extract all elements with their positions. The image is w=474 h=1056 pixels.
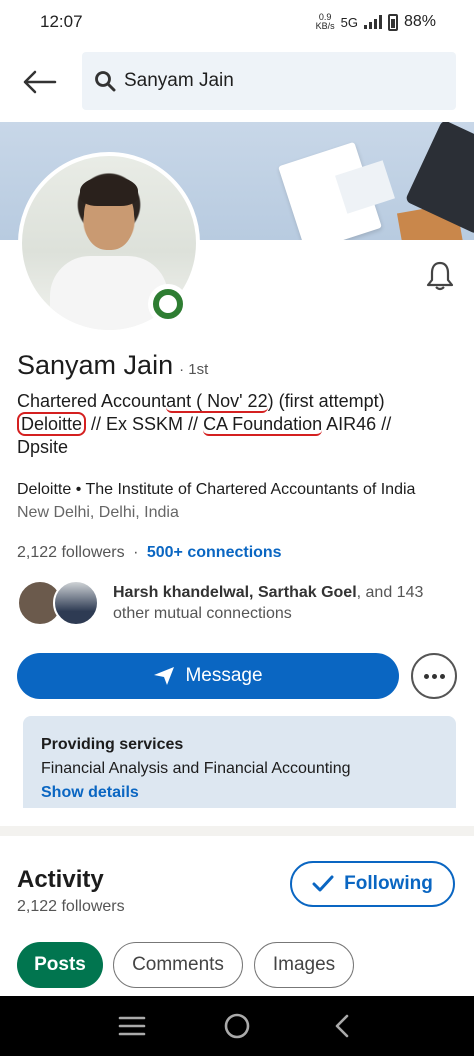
headline-part: Dpsite [17,437,69,457]
services-card: Providing services Financial Analysis an… [23,716,456,808]
headline-underlined: ant ( Nov' 22 [166,391,268,413]
search-query: Sanyam Jain [124,70,234,91]
more-options-button[interactable] [411,653,457,699]
connection-degree: · 1st [179,361,209,378]
message-button[interactable]: Message [17,653,399,699]
headline-part: Chartered Account [17,391,167,411]
back-button[interactable] [0,44,80,120]
chevron-left-icon [335,1014,348,1038]
headline-part: ) (first attempt) [267,391,385,411]
battery-percent: 88% [403,13,436,30]
separator: · [133,544,139,561]
profile-headline: Chartered Accountant ( Nov' 22) (first a… [17,390,457,459]
status-icons: 0.9 KB/s 5G 88% [316,13,436,31]
battery-icon [387,13,398,31]
open-to-work-badge [148,284,188,324]
name-row: Sanyam Jain · 1st [17,350,208,381]
activity-followers: 2,122 followers [17,898,125,915]
status-time: 12:07 [40,12,83,31]
follower-counts: 2,122 followers · 500+ connections [17,544,282,562]
data-speed-unit: KB/s [315,21,335,31]
status-ring-icon [153,289,183,319]
section-divider [0,826,474,836]
system-nav-bar [0,996,474,1056]
avatar-hair [80,176,138,206]
headline-underlined: CA Foundation [203,414,323,436]
dot-icon [439,673,445,679]
headline-part: AIR46 // [322,414,392,434]
data-speed: 0.9 KB/s [316,13,335,31]
following-button[interactable]: Following [290,861,455,907]
notification-bell-button[interactable] [420,258,460,294]
menu-icon [119,1016,146,1036]
profile-company[interactable]: Deloitte • The Institute of Chartered Ac… [17,481,415,499]
mutual-names: Harsh khandelwal, Sarthak Goel [113,584,357,601]
followers-count: 2,122 followers [17,544,125,561]
mutual-text: Harsh khandelwal, Sarthak Goel, and 143 … [113,582,453,624]
show-details-link[interactable]: Show details [41,784,438,802]
profile-location: New Delhi, Delhi, India [17,504,179,521]
home-circle-icon [224,1013,250,1039]
recent-apps-button[interactable] [112,1006,152,1046]
services-description: Financial Analysis and Financial Account… [41,760,351,777]
tab-posts[interactable]: Posts [17,942,103,988]
activity-title: Activity [17,866,104,893]
checkmark-icon [312,875,334,892]
profile-name: Sanyam Jain [17,350,174,380]
headline-part: // Ex SSKM // [86,414,204,434]
network-type: 5G [340,14,358,30]
search-input[interactable]: Sanyam Jain [82,52,456,110]
tab-images[interactable]: Images [254,942,354,988]
back-nav-button[interactable] [322,1006,362,1046]
signal-icon [363,15,382,29]
avatar [53,580,99,626]
send-icon [154,667,175,685]
following-label: Following [344,873,433,894]
bell-icon [426,261,454,291]
services-title: Providing services [41,736,184,753]
message-label: Message [185,665,263,686]
status-bar: 12:07 0.9 KB/s 5G 88% [0,0,474,44]
home-button[interactable] [217,1006,257,1046]
dot-icon [423,673,429,679]
connections-link[interactable]: 500+ connections [147,544,282,561]
mutual-connections[interactable]: Harsh khandelwal, Sarthak Goel, and 143 … [17,580,453,626]
search-icon [95,71,116,92]
tab-comments[interactable]: Comments [113,942,243,988]
dot-icon [431,673,437,679]
search-header: Sanyam Jain [0,44,474,120]
back-arrow-icon [23,70,57,94]
headline-circled: Deloitte [17,412,87,436]
